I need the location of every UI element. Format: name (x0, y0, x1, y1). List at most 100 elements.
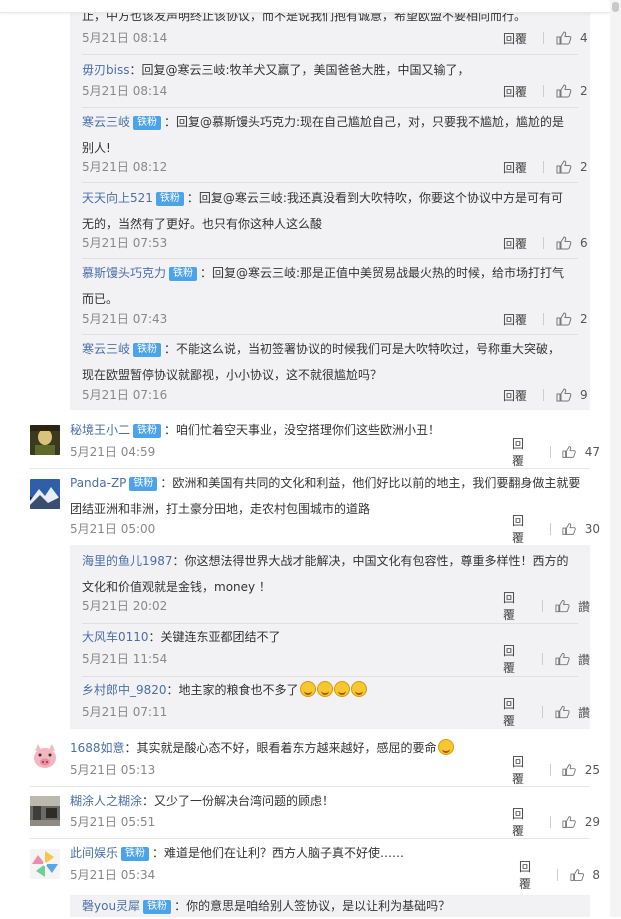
comment-actions: 回覆 25 (512, 755, 600, 786)
thumbs-up-icon[interactable] (556, 236, 572, 250)
thumbs-up-icon[interactable] (555, 705, 570, 719)
reply-button[interactable]: 回覆 (512, 435, 534, 469)
reply-button[interactable]: 回覆 (512, 753, 534, 787)
reply-text: ：回复@寒云三岐:牧羊犬又赢了，美国爸爸大胜，中国又输了， (129, 63, 470, 77)
thumbs-up-icon[interactable] (562, 815, 577, 829)
reply-username[interactable]: 毋刃biss (82, 63, 129, 77)
reply-username[interactable]: 大风车0110 (82, 630, 149, 644)
reply-button[interactable]: 回覆 (512, 805, 534, 839)
reply-actions: 回覆 讚 (503, 591, 590, 622)
reply-time: 5月21日 08:14 (82, 31, 168, 45)
top-toolbar-edge (0, 0, 610, 13)
thumbs-up-icon[interactable] (570, 868, 585, 882)
reply-username[interactable]: 慕斯馒头巧克力 (82, 266, 166, 280)
like-count: 2 (580, 84, 588, 98)
comment-text: ：咱们忙着空天事业，没空搭理你们这些欧洲小丑！ (164, 423, 441, 437)
reply-username[interactable]: 磬you灵犀 (82, 899, 140, 913)
street-avatar[interactable] (30, 796, 60, 826)
scrollbar[interactable] (610, 0, 621, 917)
reply-time: 5月21日 08:14 (82, 84, 168, 98)
comment-actions: 回覆 47 (512, 437, 600, 468)
comment-time: 5月21日 05:51 (70, 815, 156, 829)
reply-time: 5月21日 20:02 (82, 599, 168, 613)
reply-username[interactable]: 寒云三岐 (82, 342, 130, 356)
comment-username[interactable]: Panda-ZP (70, 476, 126, 490)
fan-badge: 铁粉 (143, 900, 172, 914)
pig-avatar[interactable] (30, 742, 60, 772)
reply-username[interactable]: 天天向上521 (82, 191, 153, 205)
thumbs-up-icon[interactable] (562, 763, 577, 777)
thumbs-up-icon[interactable] (556, 388, 572, 402)
like-count: 25 (584, 763, 600, 777)
mountain-avatar[interactable] (30, 479, 60, 509)
reply-button[interactable]: 回覆 (503, 387, 527, 404)
grin-emoji-icon (350, 681, 367, 697)
reply-button[interactable]: 回覆 (503, 695, 526, 729)
like-count: 2 (580, 312, 588, 326)
comment-time: 5月21日 05:13 (70, 763, 156, 777)
reply-time: 5月21日 07:53 (82, 236, 168, 250)
comment-item: 此间娱乐 铁粉 ：难道是他们在让利？西方人脑子真不好使…… 5月21日 05:34 … (0, 840, 600, 892)
reply-button[interactable]: 回覆 (519, 858, 541, 892)
divider (82, 107, 578, 108)
comment-username[interactable]: 糊涂人之糊涂 (70, 794, 142, 808)
comment-text: ：又少了一份解决台湾问题的顾虑！ (142, 794, 335, 808)
comment-username[interactable]: 秘境王小二 (70, 423, 130, 437)
dark-portrait-avatar[interactable] (30, 425, 60, 455)
like-count: 2 (580, 160, 588, 174)
thumbs-up-icon[interactable] (555, 652, 570, 666)
like-label[interactable]: 讚 (578, 651, 590, 668)
reply-time: 5月21日 07:16 (82, 388, 168, 402)
comment-item: 1688如意：其实就是酸心态不好，眼看着东方越来越好，感屈的要命 5月21日 0… (0, 735, 600, 786)
fan-badge: 铁粉 (133, 424, 162, 438)
reply-button[interactable]: 回覆 (503, 235, 527, 252)
nested-replies-last: 磬you灵犀 铁粉 ：你的意思是咱给别人签协议，是以让利为基础吗？ (70, 895, 590, 917)
comment-item: 糊涂人之糊涂：又少了一份解决台湾问题的顾虑！ 5月21日 05:51 回覆 29 (0, 788, 600, 838)
reply-actions: 回覆 讚 (503, 697, 590, 728)
thumbs-up-icon[interactable] (555, 599, 570, 613)
like-label[interactable]: 讚 (578, 598, 590, 615)
comment-username[interactable]: 1688如意 (70, 741, 125, 755)
like-count: 29 (584, 815, 600, 829)
reply-username[interactable]: 乡村郎中_9820 (82, 683, 167, 697)
reply-button[interactable]: 回覆 (512, 512, 534, 546)
pinwheel-avatar[interactable] (30, 849, 60, 879)
scrollbar-thumb[interactable] (612, 2, 619, 12)
like-label[interactable]: 讚 (578, 704, 590, 721)
comment-item: 秘境王小二 铁粉 ：咱们忙着空天事业，没空搭理你们这些欧洲小丑！ 5月21日 04:… (0, 417, 600, 468)
reply-actions: 回覆 2 (503, 159, 588, 175)
reply-button[interactable]: 回覆 (503, 589, 526, 623)
comment-text: ：其实就是酸心态不好，眼看着东方越来越好，感屈的要命 (124, 741, 437, 755)
comment-time: 5月21日 04:59 (70, 445, 156, 459)
reply-button[interactable]: 回覆 (503, 83, 527, 100)
reply-actions: 回覆 9 (503, 387, 588, 403)
reply-username[interactable]: 寒云三岐 (82, 115, 130, 129)
thumbs-up-icon[interactable] (562, 445, 577, 459)
reply-time: 5月21日 08:12 (82, 160, 168, 174)
thumbs-up-icon[interactable] (556, 160, 572, 174)
divider (82, 182, 578, 183)
reply-button[interactable]: 回覆 (503, 159, 527, 176)
like-count: 6 (580, 236, 588, 250)
thumbs-up-icon[interactable] (556, 84, 572, 98)
like-count: 30 (584, 522, 600, 536)
comment-actions: 回覆 29 (512, 807, 600, 838)
reply-button[interactable]: 回覆 (503, 30, 527, 47)
thumbs-up-icon[interactable] (556, 31, 572, 45)
thumbs-up-icon[interactable] (562, 522, 577, 536)
reply-time: 5月21日 11:54 (82, 652, 168, 666)
reply-button[interactable]: 回覆 (503, 311, 527, 328)
reply-username[interactable]: 海里的鱼儿1987 (82, 554, 173, 568)
thumbs-up-icon[interactable] (556, 312, 572, 326)
laughing-emoji-icon (437, 739, 454, 755)
grin-emoji-icon (333, 681, 350, 697)
reply-button[interactable]: 回覆 (503, 642, 526, 676)
reply-text: ：地主家的粮食也不多了 (166, 683, 299, 697)
divider (82, 334, 578, 335)
reply-actions: 回覆 4 (503, 30, 588, 46)
comment-username[interactable]: 此间娱乐 (70, 846, 118, 860)
reply-text: ：关键连东亚都团结不了 (148, 630, 281, 644)
fan-badge: 铁粉 (121, 847, 150, 861)
divider (82, 258, 578, 259)
reply-actions: 回覆 讚 (503, 644, 590, 675)
